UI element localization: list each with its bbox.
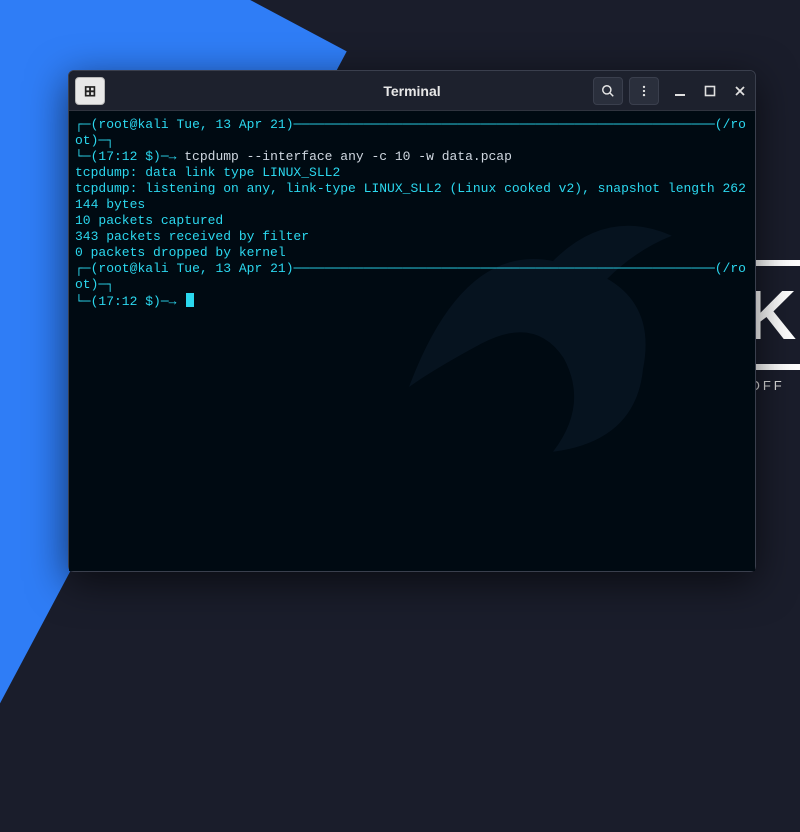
prompt-time: 17:12 $ bbox=[98, 149, 153, 164]
output-line: 10 packets captured bbox=[75, 213, 223, 228]
maximize-icon bbox=[704, 85, 716, 97]
new-tab-button[interactable]: ⊞ bbox=[75, 77, 105, 105]
menu-button[interactable] bbox=[629, 77, 659, 105]
terminal-cursor bbox=[186, 293, 194, 307]
output-line: tcpdump: listening on any, link-type LIN… bbox=[75, 181, 746, 212]
prompt-host: kali bbox=[137, 117, 168, 132]
prompt-user: root bbox=[98, 117, 129, 132]
terminal-body[interactable]: ┌─(root@kali Tue, 13 Apr 21)────────────… bbox=[69, 111, 755, 571]
output-line: 0 packets dropped by kernel bbox=[75, 245, 286, 260]
titlebar[interactable]: ⊞ Terminal bbox=[69, 71, 755, 111]
search-icon bbox=[601, 84, 615, 98]
search-button[interactable] bbox=[593, 77, 623, 105]
prompt-date: Tue, 13 Apr 21 bbox=[176, 117, 285, 132]
command-text: tcpdump --interface any -c 10 -w data.pc… bbox=[184, 149, 512, 164]
minimize-icon bbox=[674, 85, 686, 97]
kebab-icon bbox=[637, 84, 651, 98]
close-icon bbox=[734, 85, 746, 97]
new-tab-icon: ⊞ bbox=[84, 82, 97, 100]
maximize-button[interactable] bbox=[701, 82, 719, 100]
output-line: tcpdump: data link type LINUX_SLL2 bbox=[75, 165, 340, 180]
output-line: 343 packets received by filter bbox=[75, 229, 309, 244]
minimize-button[interactable] bbox=[671, 82, 689, 100]
close-button[interactable] bbox=[731, 82, 749, 100]
terminal-output: ┌─(root@kali Tue, 13 Apr 21)────────────… bbox=[75, 117, 749, 310]
terminal-window: ⊞ Terminal ┌─(root@kali Tue, 13 bbox=[68, 70, 756, 572]
